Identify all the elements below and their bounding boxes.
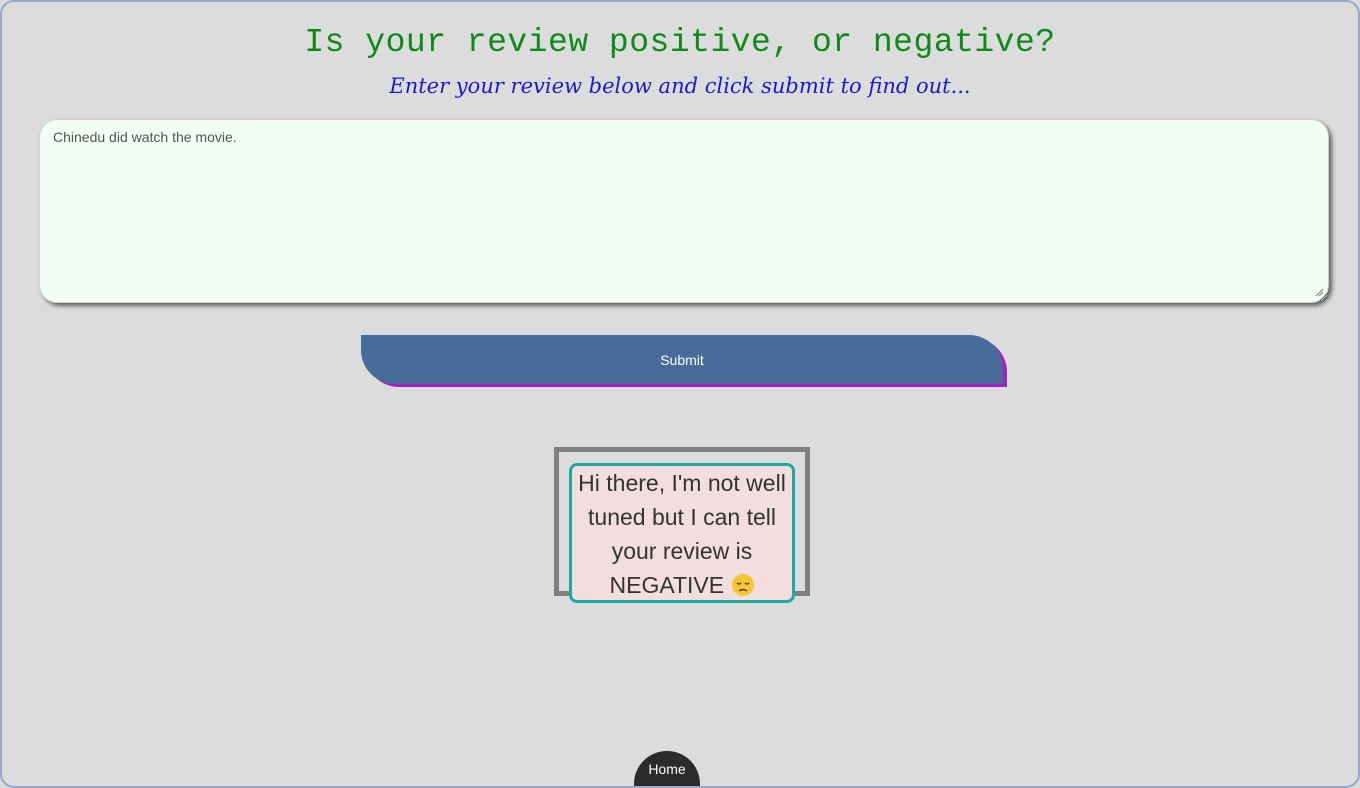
result-message-text: Hi there, I'm not well tuned but I can t… [578,470,786,598]
submit-button[interactable]: Submit [361,335,1003,384]
page-frame: Is your review positive, or negative? En… [0,0,1360,788]
disappointed-face-icon [731,574,754,596]
result-message-box: Hi there, I'm not well tuned but I can t… [569,463,795,603]
resize-grip-icon[interactable] [1314,287,1324,297]
page-subtitle: Enter your review below and click submit… [389,74,971,98]
review-textarea[interactable] [39,119,1329,303]
page-title: Is your review positive, or negative? [304,24,1056,61]
home-button[interactable]: Home [634,751,700,786]
